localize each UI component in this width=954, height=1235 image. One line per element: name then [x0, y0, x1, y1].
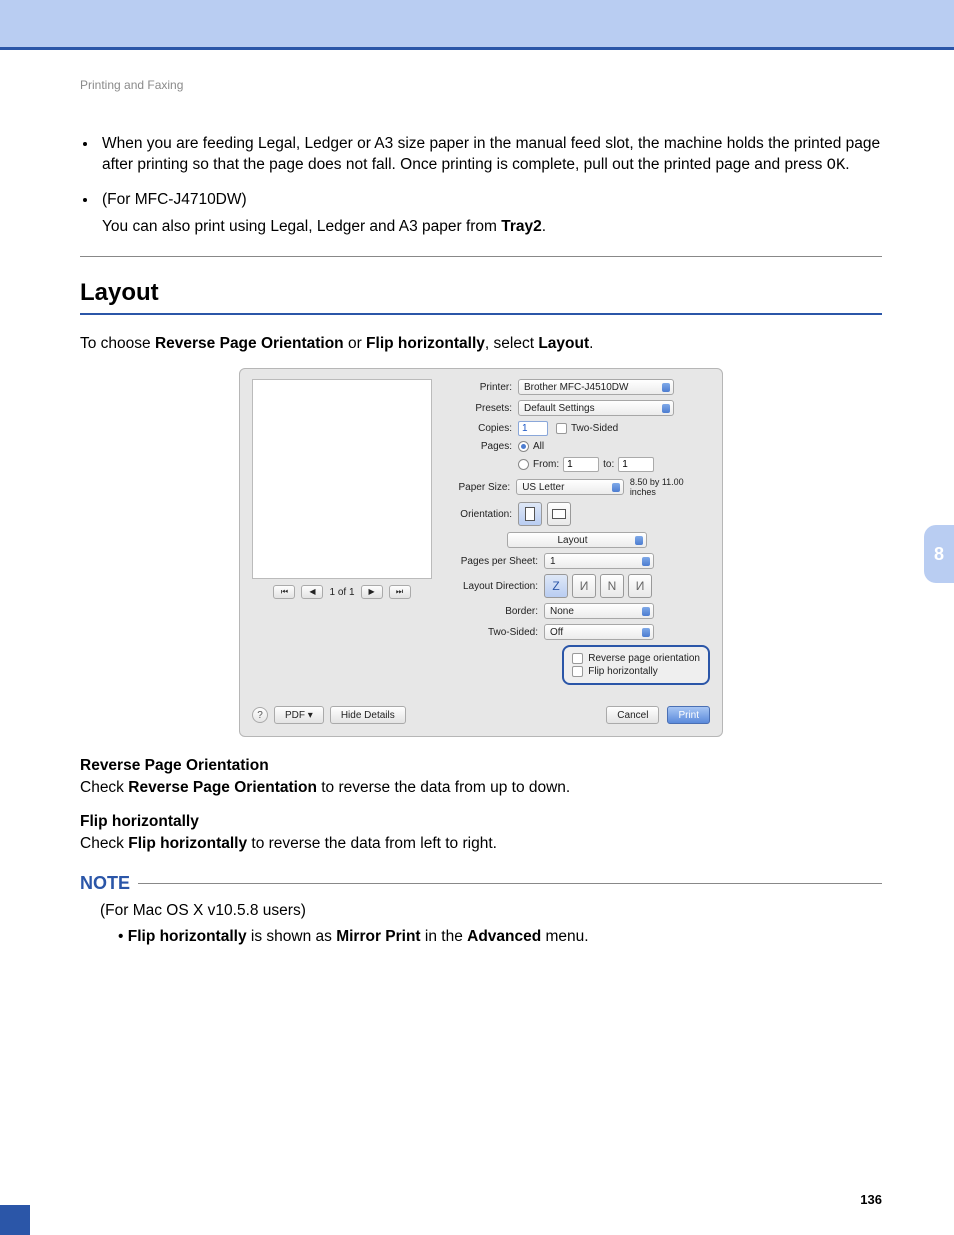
pages-all-radio[interactable] — [518, 441, 529, 452]
paper-dimensions: 8.50 by 11.00 inches — [630, 477, 710, 497]
layout-dir-3-button[interactable]: N — [600, 574, 624, 598]
print-preview — [252, 379, 432, 579]
orientation-landscape-button[interactable] — [547, 502, 571, 526]
pages-from-input[interactable]: 1 — [563, 457, 599, 472]
section-heading: Layout — [80, 279, 882, 315]
flip-horizontally-checkbox[interactable] — [572, 666, 583, 677]
nav-first-icon[interactable]: ⏮ — [273, 585, 295, 599]
two-sided-label: Two-Sided — [571, 423, 618, 434]
bullet-1: When you are feeding Legal, Ledger or A3… — [98, 134, 882, 176]
note-heading: NOTE — [80, 873, 882, 894]
help-button[interactable]: ? — [252, 707, 268, 723]
two-sided-select[interactable]: Off — [544, 624, 654, 640]
page-corner-decoration — [0, 1205, 30, 1235]
two-sided-select-label: Two-Sided: — [444, 627, 544, 638]
reverse-page-orientation-heading: Reverse Page Orientation — [80, 757, 882, 775]
layout-dir-1-button[interactable]: Z — [544, 574, 568, 598]
reverse-page-orientation-text: Check Reverse Page Orientation to revers… — [80, 777, 882, 799]
layout-dir-4-button[interactable]: И — [628, 574, 652, 598]
flip-horizontally-text: Check Flip horizontally to reverse the d… — [80, 833, 882, 855]
border-label: Border: — [444, 606, 544, 617]
print-dialog: ⏮ ◀ 1 of 1 ▶ ⏭ Printer: Brother MFC-J451… — [239, 368, 723, 737]
copies-label: Copies: — [444, 423, 518, 434]
note-body: (For Mac OS X v10.5.8 users) • Flip hori… — [100, 900, 882, 949]
breadcrumb: Printing and Faxing — [80, 78, 882, 92]
printer-label: Printer: — [444, 382, 518, 393]
layout-dir-2-button[interactable]: И — [572, 574, 596, 598]
pages-to-input[interactable]: 1 — [618, 457, 654, 472]
nav-page-indicator: 1 of 1 — [329, 587, 354, 598]
pane-select[interactable]: Layout — [507, 532, 647, 548]
pages-per-sheet-label: Pages per Sheet: — [444, 556, 544, 567]
presets-select[interactable]: Default Settings — [518, 400, 674, 416]
info-bullets: When you are feeding Legal, Ledger or A3… — [98, 134, 882, 238]
print-button[interactable]: Print — [667, 706, 710, 724]
pages-per-sheet-select[interactable]: 1 — [544, 553, 654, 569]
presets-label: Presets: — [444, 403, 518, 414]
copies-input[interactable]: 1 — [518, 421, 548, 436]
flip-horizontally-heading: Flip horizontally — [80, 813, 882, 831]
nav-prev-icon[interactable]: ◀ — [301, 585, 323, 599]
hide-details-button[interactable]: Hide Details — [330, 706, 406, 724]
reverse-orientation-checkbox[interactable] — [572, 653, 583, 664]
page-header-bar — [0, 0, 954, 50]
pages-label: Pages: — [444, 441, 518, 452]
nav-next-icon[interactable]: ▶ — [361, 585, 383, 599]
bullet-2: (For MFC-J4710DW) You can also print usi… — [98, 190, 882, 238]
layout-direction-label: Layout Direction: — [444, 581, 544, 592]
orientation-label: Orientation: — [444, 509, 518, 520]
cancel-button[interactable]: Cancel — [606, 706, 659, 724]
border-select[interactable]: None — [544, 603, 654, 619]
pages-range-radio[interactable] — [518, 459, 529, 470]
printer-select[interactable]: Brother MFC-J4510DW — [518, 379, 674, 395]
orientation-portrait-button[interactable] — [518, 502, 542, 526]
two-sided-checkbox[interactable] — [556, 423, 567, 434]
section-intro: To choose Reverse Page Orientation or Fl… — [80, 333, 882, 355]
paper-size-label: Paper Size: — [444, 482, 516, 493]
pdf-menu-button[interactable]: PDF ▾ — [274, 706, 324, 724]
nav-last-icon[interactable]: ⏭ — [389, 585, 411, 599]
page-number: 136 — [860, 1192, 882, 1207]
divider — [80, 256, 882, 257]
chapter-tab: 8 — [924, 525, 954, 583]
flip-options-callout: Reverse page orientation Flip horizontal… — [562, 645, 710, 685]
paper-size-select[interactable]: US Letter — [516, 479, 624, 495]
